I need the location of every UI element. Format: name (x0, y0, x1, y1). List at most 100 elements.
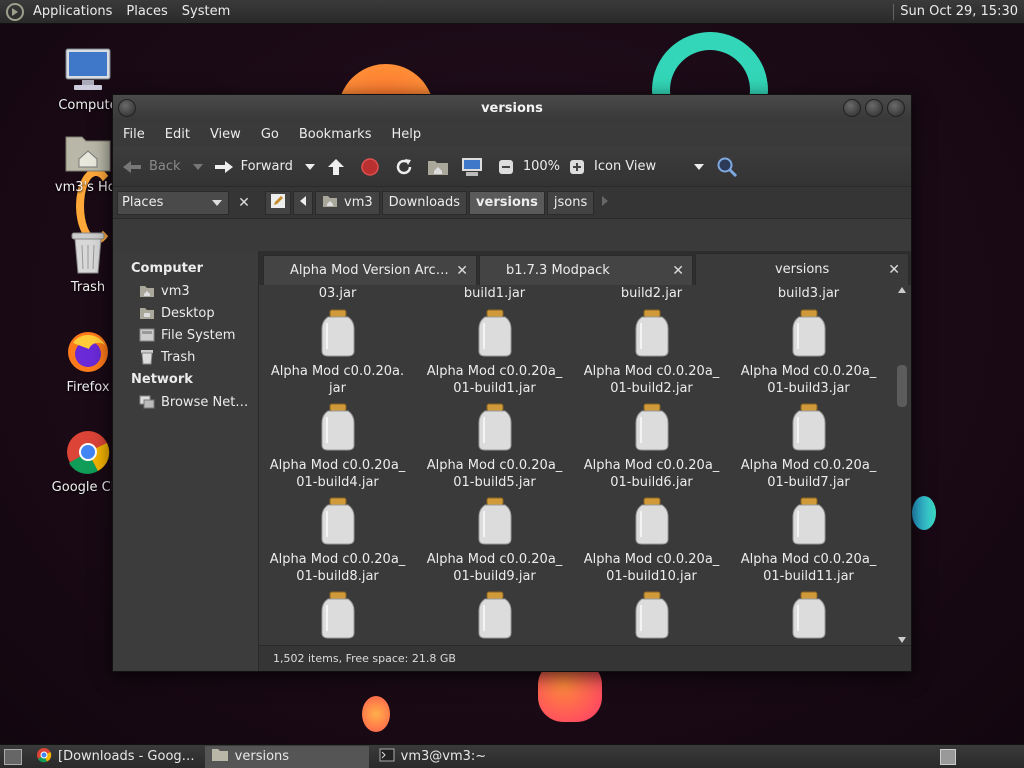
menu-file[interactable]: File (113, 127, 155, 142)
file-name: Alpha Mod c0.0.20a_ 01-build11.jar (740, 552, 877, 584)
sidebar-item-desktop[interactable]: Desktop (113, 302, 258, 324)
minimize-button[interactable] (843, 99, 861, 117)
file-item[interactable]: Alpha Mod c0.0.20a_ 01-build4.jar (259, 399, 416, 493)
zoom-out-button[interactable] (495, 156, 517, 178)
file-item[interactable]: Alpha Mod c0.0.20a_ 01-build8.jar (259, 493, 416, 587)
scrollbar-thumb[interactable] (897, 365, 907, 407)
file-item[interactable]: Alpha Mod c0.0.20a_ 01-build7.jar (730, 399, 887, 493)
workspace-switcher[interactable] (940, 748, 956, 765)
menu-help[interactable]: Help (381, 127, 431, 142)
sidebar-item-browse-network[interactable]: Browse Net… (113, 391, 258, 413)
menu-system[interactable]: System (175, 4, 237, 19)
file-name: Alpha Mod c0.0.20a_ 01-build3.jar (740, 364, 877, 396)
file-item[interactable]: build2.jar (573, 285, 730, 305)
file-item[interactable]: Alpha Mod c0.0.20a- build1.jar (259, 587, 416, 645)
menu-go[interactable]: Go (251, 127, 289, 142)
edit-location-button[interactable] (265, 190, 291, 215)
close-button[interactable] (887, 99, 905, 117)
file-name: Alpha Mod c0.0.20a_ 01-build10.jar (583, 552, 720, 584)
status-text: 1,502 items, Free space: 21.8 GB (273, 652, 456, 665)
file-grid: 03.jar build1.jar build2.jar build3.jar … (259, 285, 911, 645)
file-row: Alpha Mod c0.0.20a. jar Alpha Mod c0.0.20… (259, 305, 893, 399)
computer-icon (461, 156, 483, 178)
back-label: Back (149, 159, 181, 174)
up-arrow-icon (325, 156, 347, 178)
clock[interactable]: Sun Oct 29, 15:30 (900, 4, 1018, 19)
file-item[interactable]: Alpha Mod c0.0.20a- build2.jar (416, 587, 573, 645)
file-item[interactable]: Alpha Mod c0.0.20a_ 01-build5.jar (416, 399, 573, 493)
sidebar-item-filesystem[interactable]: File System (113, 324, 258, 346)
tab-alpha-mod-archive[interactable]: Alpha Mod Version Arch… ✕ (263, 255, 477, 285)
file-name: Alpha Mod c0.0.20a_ 01-build2.jar (583, 364, 720, 396)
file-item[interactable]: Alpha Mod c0.0.21a_ 01.jar (730, 587, 887, 645)
breadcrumb-vm3[interactable]: vm3 (315, 190, 380, 215)
breadcrumb-versions[interactable]: versions (469, 190, 545, 215)
file-item[interactable]: Alpha Mod c0.0.20a_ 01-build11.jar (730, 493, 887, 587)
task-terminal[interactable]: vm3@vm3:~ (373, 746, 493, 768)
home-button[interactable] (427, 156, 449, 178)
task-chrome-downloads[interactable]: [Downloads - Goog… (30, 746, 201, 768)
file-item[interactable]: Alpha Mod c0.0.20a_ 01-build1.jar (416, 305, 573, 399)
menu-applications[interactable]: Applications (26, 4, 119, 19)
sidebar-item-trash[interactable]: Trash (113, 346, 258, 368)
file-item[interactable]: build1.jar (416, 285, 573, 305)
file-item[interactable]: Alpha Mod c0.0.20a_ 01-build10.jar (573, 493, 730, 587)
close-tab-icon[interactable]: ✕ (456, 263, 468, 279)
back-button[interactable]: Back (121, 156, 181, 178)
file-item[interactable]: Alpha Mod c0.0.21a.jar (573, 587, 730, 645)
computer-button[interactable] (461, 156, 483, 178)
scroll-down-arrow-icon[interactable] (898, 637, 906, 643)
close-tab-icon[interactable]: ✕ (672, 263, 684, 279)
file-item[interactable]: Alpha Mod c0.0.20a_ 01-build2.jar (573, 305, 730, 399)
folder-icon (211, 748, 229, 766)
maximize-button[interactable] (865, 99, 883, 117)
breadcrumb-left-button[interactable] (293, 190, 313, 215)
breadcrumb-right-button[interactable] (596, 191, 614, 215)
stop-icon (359, 156, 381, 178)
file-item[interactable]: Alpha Mod c0.0.20a. jar (259, 305, 416, 399)
reload-button[interactable] (393, 156, 415, 178)
menu-places[interactable]: Places (119, 4, 174, 19)
forward-history-dropdown[interactable] (304, 163, 315, 170)
breadcrumb-downloads[interactable]: Downloads (381, 190, 468, 215)
forward-button[interactable]: Forward (213, 156, 293, 178)
breadcrumb-jsons[interactable]: jsons (546, 190, 595, 215)
sidebar-pane-select[interactable]: Places (117, 190, 229, 215)
jar-file-icon (632, 497, 672, 545)
stop-button[interactable] (359, 156, 381, 178)
chevron-right-icon (600, 195, 610, 211)
breadcrumb: vm3 Downloads versions jsons (265, 190, 616, 215)
trash-icon (139, 349, 155, 365)
task-versions[interactable]: versions (204, 745, 369, 768)
view-mode-select[interactable]: Icon View (594, 159, 705, 174)
app-menu-icon[interactable] (6, 2, 24, 21)
close-tab-icon[interactable]: ✕ (888, 262, 900, 278)
location-bar: Places ✕ vm3 Downloads versions jsons (113, 187, 911, 219)
up-button[interactable] (325, 156, 347, 178)
back-history-dropdown[interactable] (192, 163, 203, 170)
sidebar-heading-computer: Computer (131, 261, 204, 276)
search-button[interactable] (716, 156, 738, 178)
file-item[interactable]: Alpha Mod c0.0.20a_ 01-build9.jar (416, 493, 573, 587)
tab-versions[interactable]: versions ✕ (695, 253, 909, 285)
content-pane: Alpha Mod Version Arch… ✕ b1.7.3 Modpack… (259, 251, 911, 671)
menu-view[interactable]: View (200, 127, 251, 142)
window-titlebar[interactable]: versions (113, 95, 911, 121)
scroll-up-arrow-icon[interactable] (898, 287, 906, 293)
file-item[interactable]: Alpha Mod c0.0.20a_ 01-build3.jar (730, 305, 887, 399)
show-desktop-button[interactable] (4, 748, 22, 765)
file-name: Alpha Mod c0.0.20a_ 01-build6.jar (583, 458, 720, 490)
zoom-in-button[interactable] (566, 156, 588, 178)
tab-b173-modpack[interactable]: b1.7.3 Modpack ✕ (479, 255, 693, 285)
menu-bookmarks[interactable]: Bookmarks (289, 127, 382, 142)
sidebar-item-vm3[interactable]: vm3 (113, 280, 258, 302)
vertical-scrollbar[interactable] (897, 285, 907, 645)
jar-file-icon (475, 497, 515, 545)
file-item[interactable]: build3.jar (730, 285, 887, 305)
file-item[interactable]: Alpha Mod c0.0.20a_ 01-build6.jar (573, 399, 730, 493)
close-sidebar-button[interactable]: ✕ (233, 192, 255, 214)
close-icon: ✕ (238, 194, 250, 211)
zoom-level[interactable]: 100% (523, 159, 560, 174)
file-item[interactable]: 03.jar (259, 285, 416, 305)
menu-edit[interactable]: Edit (155, 127, 200, 142)
